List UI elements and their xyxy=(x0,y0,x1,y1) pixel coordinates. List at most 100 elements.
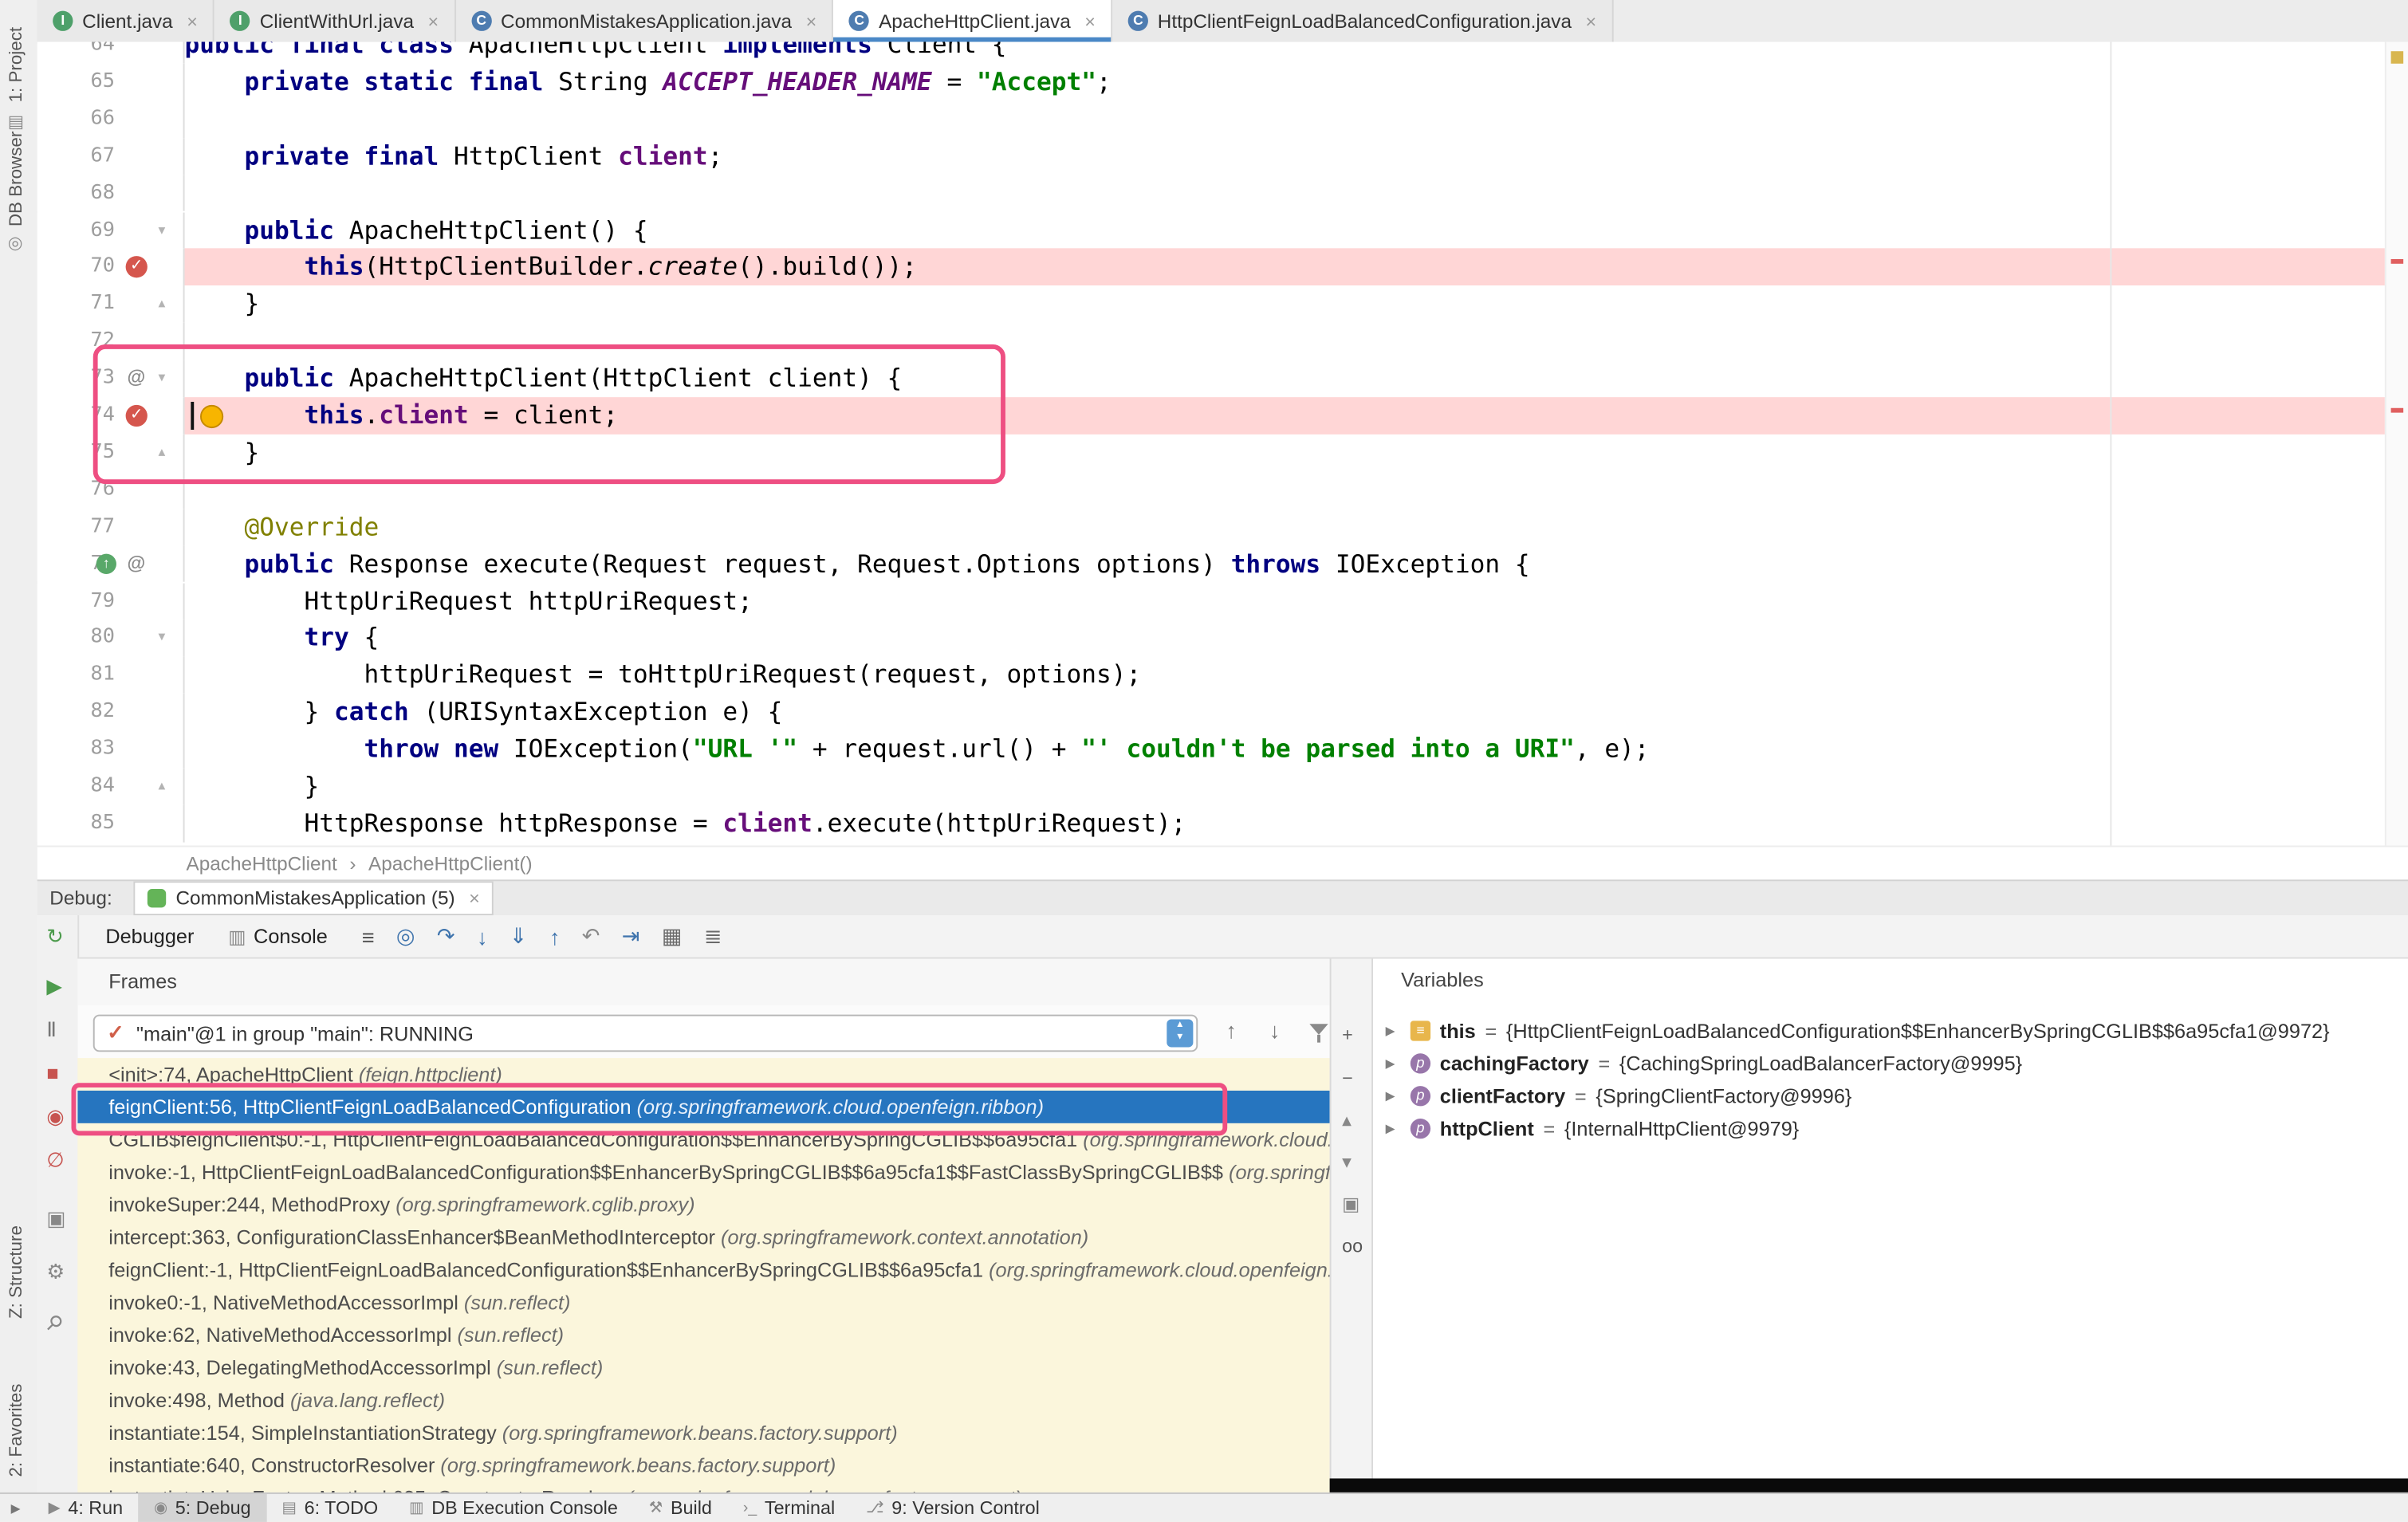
code-text[interactable]: } xyxy=(185,286,2408,323)
move-up-icon[interactable]: ▴ xyxy=(1342,1109,1352,1131)
step-out-icon[interactable]: ↑ xyxy=(549,924,561,949)
copy-icon[interactable]: ▣ xyxy=(1342,1193,1359,1214)
tab-console[interactable]: Console xyxy=(254,925,328,948)
error-stripe-mark[interactable] xyxy=(2391,408,2404,413)
db-browser-icon[interactable]: ◎ xyxy=(8,233,23,253)
stack-frame[interactable]: invoke:498, Method (java.lang.reflect) xyxy=(77,1384,1329,1417)
status-item-terminal[interactable]: ›_Terminal xyxy=(727,1494,850,1522)
error-stripe-mark[interactable] xyxy=(2391,259,2404,264)
gutter[interactable]: 82 xyxy=(37,694,185,730)
status-item-db-execution-console[interactable]: ▥DB Execution Console xyxy=(394,1494,634,1522)
fold-icon[interactable]: ▴ xyxy=(158,286,165,324)
code-text[interactable]: this(HttpClientBuilder.create().build())… xyxy=(185,249,2408,285)
stack-frame[interactable]: feignClient:-1, HttpClientFeignLoadBalan… xyxy=(77,1253,1329,1286)
gutter[interactable]: 83 xyxy=(37,731,185,768)
editor-tab[interactable]: CApacheHttpClient.java× xyxy=(834,0,1113,42)
thread-selector[interactable]: ✓ "main"@1 in group "main": RUNNING ▲▼ xyxy=(93,1015,1198,1052)
code-text[interactable]: public ApacheHttpClient() { xyxy=(185,212,2408,249)
toolwindow-button-favorites[interactable]: 2: Favorites xyxy=(8,1384,26,1477)
resume-icon[interactable]: ▶ xyxy=(46,974,61,999)
variable-row[interactable]: ▶pcachingFactory={CachingSpringLoadBalan… xyxy=(1373,1047,2408,1080)
gutter[interactable]: 77 xyxy=(37,509,185,545)
editor-scrollbar[interactable] xyxy=(2385,42,2408,846)
stack-frame[interactable]: invoke:-1, HttpClientFeignLoadBalancedCo… xyxy=(77,1156,1329,1189)
stack-frame[interactable]: instantiate:640, ConstructorResolver (or… xyxy=(77,1449,1329,1481)
editor-tab[interactable]: IClientWithUrl.java× xyxy=(214,0,455,42)
code-text[interactable]: @Override xyxy=(185,509,2408,545)
stack-frame[interactable]: invokeSuper:244, MethodProxy (org.spring… xyxy=(77,1189,1329,1221)
toolwindow-button-project[interactable]: 1: Project xyxy=(8,27,26,103)
add-watch-icon[interactable]: + xyxy=(1342,1024,1353,1045)
code-text[interactable]: } catch (URISyntaxException e) { xyxy=(185,694,2408,730)
expand-arrow-icon[interactable]: ▶ xyxy=(1386,1122,1401,1136)
view-as-table-icon[interactable]: ▦ xyxy=(662,923,683,950)
gutter[interactable]: 85 xyxy=(37,805,185,842)
code-text[interactable]: HttpResponse httpResponse = client.execu… xyxy=(185,805,2408,842)
gutter[interactable]: 66 xyxy=(37,100,185,137)
mute-breakpoints-icon[interactable]: ∅ xyxy=(46,1148,64,1173)
expand-arrow-icon[interactable]: ▶ xyxy=(1386,1056,1401,1071)
gutter[interactable]: 79 xyxy=(37,583,185,619)
stack-frame[interactable]: invoke0:-1, NativeMethodAccessorImpl (su… xyxy=(77,1286,1329,1319)
variable-row[interactable]: ▶phttpClient={InternalHttpClient@9979} xyxy=(1373,1112,2408,1145)
code-text[interactable]: throw new IOException("URL '" + request.… xyxy=(185,731,2408,768)
stack-frame[interactable]: invoke:62, NativeMethodAccessorImpl (sun… xyxy=(77,1319,1329,1351)
gutter[interactable]: 80▾ xyxy=(37,619,185,656)
layout-settings-icon[interactable]: ≣ xyxy=(704,923,722,950)
status-item-6-todo[interactable]: ▤6: TODO xyxy=(266,1494,394,1522)
gutter[interactable]: 67 xyxy=(37,138,185,175)
tab-debugger[interactable]: Debugger xyxy=(105,925,194,948)
code-text[interactable]: httpUriRequest = toHttpUriRequest(reques… xyxy=(185,657,2408,694)
code-text[interactable]: private final HttpClient client; xyxy=(185,138,2408,175)
close-icon[interactable]: × xyxy=(806,10,817,32)
show-execution-point-icon[interactable]: ◎ xyxy=(396,923,415,950)
stop-icon[interactable]: ■ xyxy=(46,1061,58,1084)
close-icon[interactable]: × xyxy=(428,10,439,32)
close-icon[interactable]: × xyxy=(1084,10,1096,32)
debug-settings-icon[interactable]: ⚙ xyxy=(46,1260,65,1284)
toolwindow-button-structure[interactable]: Z: Structure xyxy=(8,1225,26,1319)
stack-frame[interactable]: intercept:363, ConfigurationClassEnhance… xyxy=(77,1221,1329,1253)
fold-icon[interactable]: ▾ xyxy=(158,619,165,657)
code-text[interactable]: public final class ApacheHttpClient impl… xyxy=(185,42,2408,64)
step-into-icon[interactable]: ↓ xyxy=(477,924,488,949)
close-icon[interactable]: × xyxy=(187,10,198,32)
code-text[interactable]: public Response execute(Request request,… xyxy=(185,545,2408,582)
expand-arrow-icon[interactable]: ▶ xyxy=(1386,1024,1401,1038)
breadcrumb-method[interactable]: ApacheHttpClient() xyxy=(368,852,533,874)
code-text[interactable]: HttpUriRequest httpUriRequest; xyxy=(185,583,2408,619)
status-item-build[interactable]: ⚒Build xyxy=(633,1494,727,1522)
inspection-marker[interactable] xyxy=(2391,51,2404,64)
project-folder-icon[interactable]: ▤ xyxy=(8,112,24,132)
expand-arrow-icon[interactable]: ▶ xyxy=(1386,1089,1401,1103)
close-icon[interactable]: × xyxy=(469,887,480,909)
gutter[interactable]: 78↑@ xyxy=(37,545,185,582)
toolwindow-toggle-icon[interactable]: ▶ xyxy=(0,1501,33,1516)
gutter[interactable]: 64 xyxy=(37,42,185,64)
gutter[interactable]: 69▾ xyxy=(37,212,185,249)
layout-menu-icon[interactable]: ≡ xyxy=(362,924,375,949)
run-to-cursor-icon[interactable]: ⇥ xyxy=(622,923,640,950)
stack-frame[interactable]: invoke:43, DelegatingMethodAccessorImpl … xyxy=(77,1351,1329,1384)
code-text[interactable]: try { xyxy=(185,619,2408,656)
breakpoint-icon[interactable]: ✓ xyxy=(126,256,148,277)
code-text[interactable]: private static final String ACCEPT_HEADE… xyxy=(185,64,2408,100)
variable-row[interactable]: ▶pclientFactory={SpringClientFactory@999… xyxy=(1373,1080,2408,1112)
fold-icon[interactable]: ▾ xyxy=(158,212,165,250)
stack-frame[interactable]: instantiate:154, SimpleInstantiationStra… xyxy=(77,1417,1329,1449)
step-over-icon[interactable]: ↷ xyxy=(437,923,455,950)
status-item-9-version-control[interactable]: ⎇9: Version Control xyxy=(851,1494,1056,1522)
drop-frame-icon[interactable]: ↶ xyxy=(582,923,600,950)
fold-icon[interactable]: ▴ xyxy=(158,768,165,805)
watches-icon[interactable]: oo xyxy=(1342,1235,1363,1257)
gutter[interactable]: 68 xyxy=(37,175,185,211)
editor-tab[interactable]: IClient.java× xyxy=(37,0,215,42)
code-text[interactable] xyxy=(185,175,2408,211)
status-item-4-run[interactable]: ▶4: Run xyxy=(33,1494,138,1522)
toolwindow-button-db-browser[interactable]: DB Browser xyxy=(8,132,26,226)
debug-session-tab[interactable]: CommonMistakesApplication (5) × xyxy=(134,881,494,915)
gutter[interactable]: 84▴ xyxy=(37,768,185,804)
gutter[interactable]: 81 xyxy=(37,657,185,694)
status-item-5-debug[interactable]: ◉5: Debug xyxy=(139,1494,266,1522)
force-step-into-icon[interactable]: ⇓ xyxy=(510,923,528,950)
